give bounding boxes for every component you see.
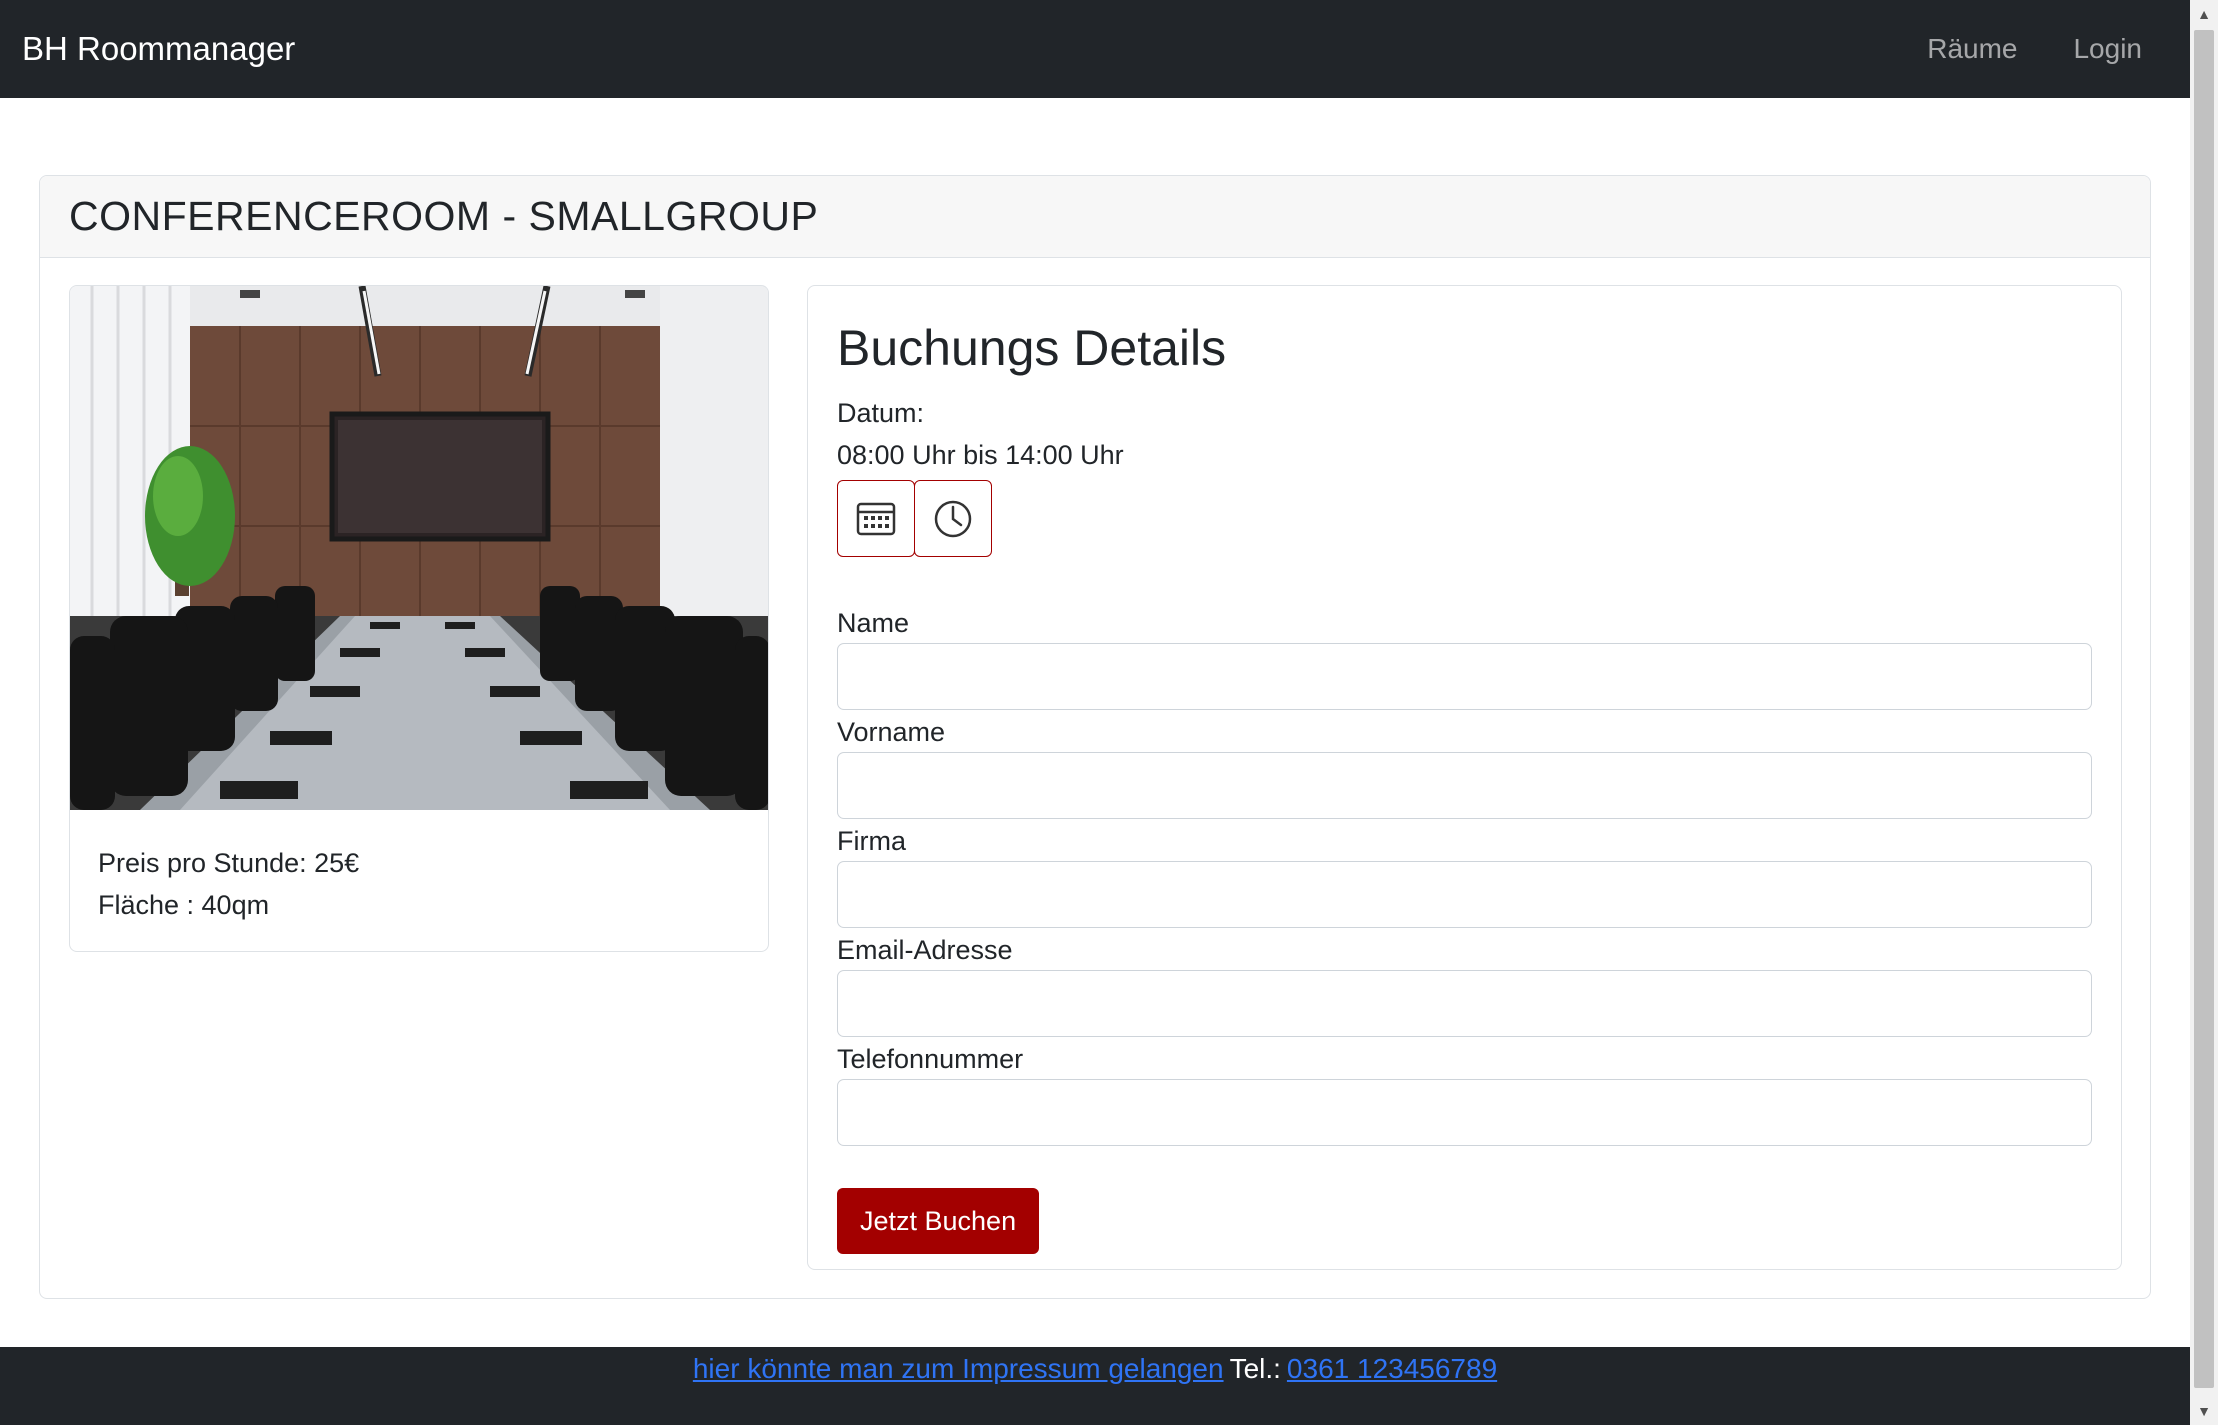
date-picker-button[interactable] — [837, 480, 915, 557]
room-title: CONFERENCEROOM - SMALLGROUP — [69, 193, 819, 239]
room-price: Preis pro Stunde: 25€ — [98, 848, 360, 878]
room-image — [70, 286, 768, 810]
email-label: Email-Adresse — [837, 935, 1013, 965]
brand-link[interactable]: BH Roommanager — [22, 30, 295, 68]
navbar: BH Roommanager Räume Login — [0, 0, 2190, 98]
date-label: Datum: — [837, 398, 925, 428]
time-picker-button[interactable] — [914, 480, 992, 557]
submit-booking-button[interactable]: Jetzt Buchen — [837, 1188, 1040, 1254]
footer: hier könnte man zum Impressum gelangen T… — [0, 1347, 2190, 1425]
email-field[interactable] — [837, 970, 2092, 1037]
room-card-header: CONFERENCEROOM - SMALLGROUP — [40, 176, 2150, 258]
date-time-picker-group — [837, 480, 2092, 557]
firma-label: Firma — [837, 826, 906, 856]
tel-label: Tel.: — [1229, 1353, 1281, 1384]
vorname-label: Vorname — [837, 717, 946, 747]
room-image-card: Preis pro Stunde: 25€ Fläche : 40qm — [69, 285, 769, 952]
name-field[interactable] — [837, 643, 2092, 710]
vorname-field[interactable] — [837, 752, 2092, 819]
scroll-down-icon[interactable]: ▼ — [2190, 1397, 2218, 1425]
booking-card: Buchungs Details Datum: 08:00 Uhr bis 14… — [807, 285, 2122, 1270]
calendar-icon — [856, 502, 896, 535]
telefon-label: Telefonnummer — [837, 1044, 1024, 1074]
nav-link-login[interactable]: Login — [2073, 33, 2142, 65]
nav-links: Räume Login — [1927, 33, 2168, 65]
phone-link[interactable]: 0361 123456789 — [1287, 1351, 1497, 1425]
vertical-scrollbar[interactable]: ▲ ▼ — [2190, 0, 2218, 1425]
room-area: Fläche : 40qm — [98, 890, 270, 920]
impressum-link[interactable]: hier könnte man zum Impressum gelangen — [693, 1351, 1224, 1425]
room-card: CONFERENCEROOM - SMALLGROUP Preis pro St… — [39, 175, 2151, 1299]
telefon-field[interactable] — [837, 1079, 2092, 1146]
time-range: 08:00 Uhr bis 14:00 Uhr — [837, 440, 1124, 470]
name-label: Name — [837, 608, 910, 638]
nav-link-raeume[interactable]: Räume — [1927, 33, 2017, 65]
room-details: Preis pro Stunde: 25€ Fläche : 40qm — [70, 810, 768, 951]
scroll-up-icon[interactable]: ▲ — [2190, 0, 2218, 28]
scroll-thumb[interactable] — [2194, 30, 2214, 1388]
firma-field[interactable] — [837, 861, 2092, 928]
booking-title: Buchungs Details — [837, 320, 1227, 376]
clock-icon — [934, 500, 972, 537]
page: BH Roommanager Räume Login CONFERENCEROO… — [0, 0, 2190, 1425]
